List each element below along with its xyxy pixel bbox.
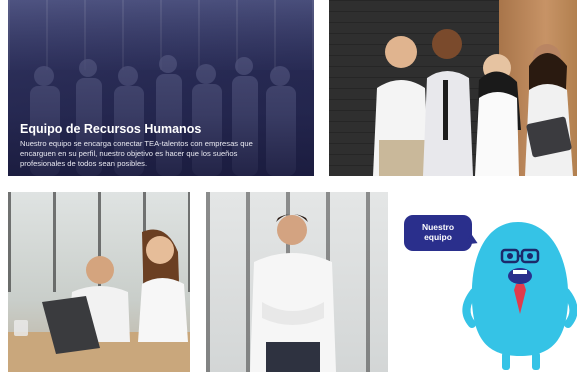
hr-team-card[interactable]: Equipo de Recursos Humanos Nuestro equip… bbox=[8, 0, 314, 176]
celebrating-team-photo bbox=[329, 0, 577, 176]
couple-laptop-photo bbox=[8, 192, 190, 372]
mascot-character-icon bbox=[462, 222, 577, 370]
people-illustration bbox=[373, 29, 573, 176]
smiling-man-photo bbox=[206, 192, 388, 372]
hero-title: Equipo de Recursos Humanos bbox=[20, 122, 202, 136]
hero-description: Nuestro equipo se encarga conectar TEA-t… bbox=[20, 139, 253, 168]
mascot-card: Nuestro equipo bbox=[398, 192, 577, 372]
man-illustration bbox=[250, 214, 336, 372]
couple-illustration bbox=[8, 229, 190, 372]
